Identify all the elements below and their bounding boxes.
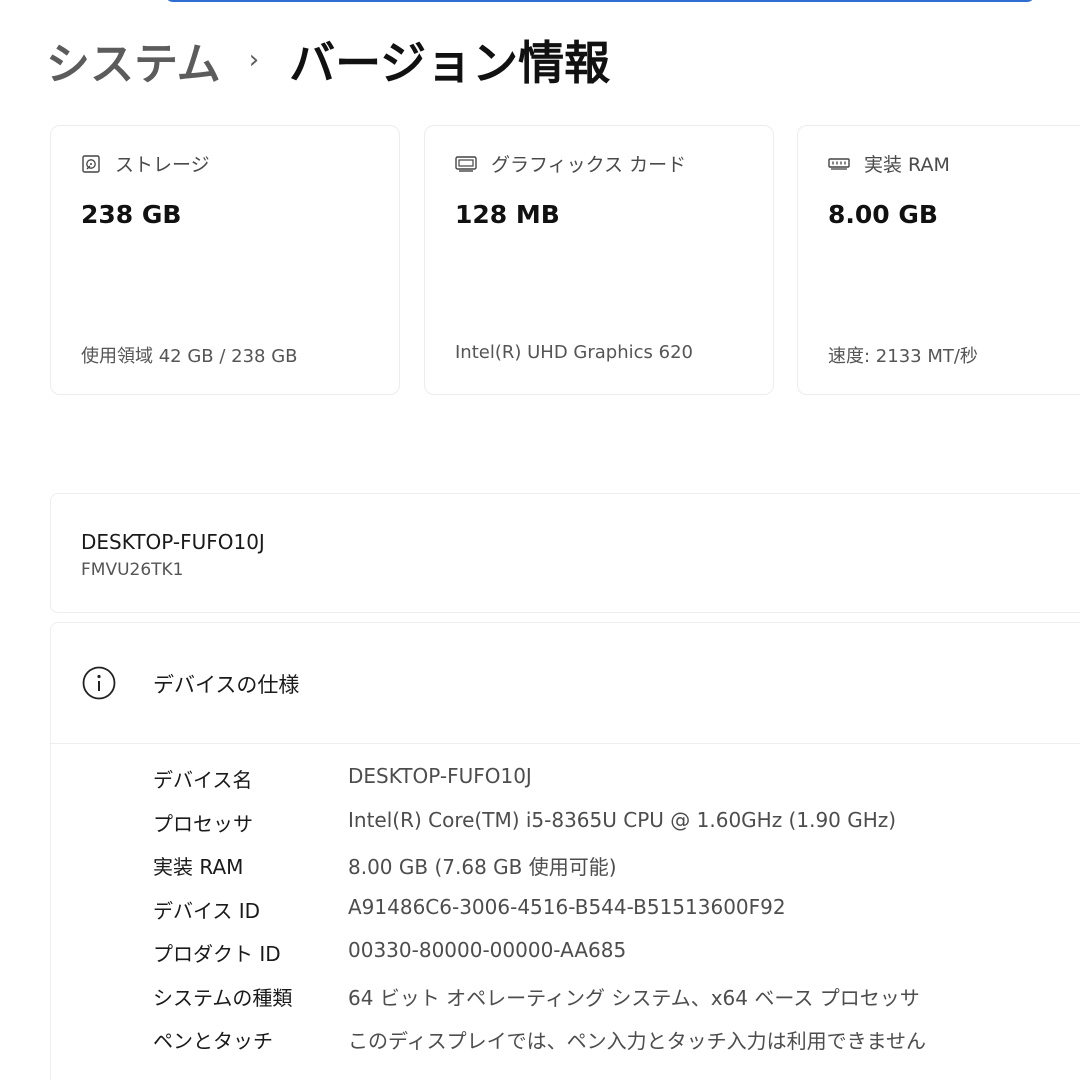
spec-label: ペンとタッチ xyxy=(153,1029,273,1053)
breadcrumb-system-link[interactable]: システム xyxy=(46,28,221,92)
storage-card-header: ストレージ xyxy=(81,150,210,177)
device-model: FMVU26TK1 xyxy=(81,560,184,580)
graphics-value: 128 MB xyxy=(455,200,560,229)
graphics-card-icon xyxy=(455,155,477,172)
info-icon xyxy=(82,666,116,700)
storage-usage: 使用領域 42 GB / 238 GB xyxy=(81,346,298,367)
spec-label: プロダクト ID xyxy=(153,942,281,966)
graphics-label: グラフィックス カード xyxy=(491,154,687,176)
ram-card[interactable]: 実装 RAM 8.00 GB 速度: 2133 MT/秒 xyxy=(797,125,1080,395)
storage-label: ストレージ xyxy=(115,154,210,176)
spec-label: 実装 RAM xyxy=(153,855,244,879)
spec-value[interactable]: 00330-80000-00000-AA685 xyxy=(348,938,626,962)
graphics-card-header: グラフィックス カード xyxy=(455,150,686,177)
graphics-card-card[interactable]: グラフィックス カード 128 MB Intel(R) UHD Graphics… xyxy=(424,125,774,395)
storage-icon xyxy=(82,154,100,173)
spec-label: デバイス ID xyxy=(153,898,261,923)
graphics-model: Intel(R) UHD Graphics 620 xyxy=(455,342,693,363)
storage-value: 238 GB xyxy=(81,200,182,229)
breadcrumb-separator: › xyxy=(248,45,260,75)
about-page: システム › バージョン情報 ストレージ 238 GB 使用領域 42 GB /… xyxy=(0,0,1080,1080)
spec-value[interactable]: 8.00 GB (7.68 GB 使用可能) xyxy=(348,851,617,880)
ram-icon xyxy=(828,157,850,170)
device-name-card[interactable]: DESKTOP-FUFO10J FMVU26TK1 xyxy=(50,493,1080,613)
spec-value[interactable]: DESKTOP-FUFO10J xyxy=(348,764,532,788)
ram-value: 8.00 GB xyxy=(828,200,938,229)
device-specifications-header[interactable]: デバイスの仕様 xyxy=(51,623,1080,744)
storage-card[interactable]: ストレージ 238 GB 使用領域 42 GB / 238 GB xyxy=(50,125,400,395)
spec-value[interactable]: A91486C6-3006-4516-B544-B51513600F92 xyxy=(348,895,786,919)
ram-card-header: 実装 RAM xyxy=(828,150,950,177)
device-specifications-panel: デバイスの仕様 デバイス名 DESKTOP-FUFO10J プロセッサ Inte… xyxy=(50,622,1080,1080)
spec-value[interactable]: このディスプレイでは、ペン入力とタッチ入力は利用できません xyxy=(348,1025,926,1054)
spec-label: システムの種類 xyxy=(153,985,293,1010)
spec-value[interactable]: 64 ビット オペレーティング システム、x64 ベース プロセッサ xyxy=(348,982,920,1011)
spec-label: デバイス名 xyxy=(153,768,253,792)
device-specifications-title: デバイスの仕様 xyxy=(153,673,300,697)
focused-search-box-edge[interactable] xyxy=(165,0,1035,2)
spec-value[interactable]: Intel(R) Core(TM) i5-8365U CPU @ 1.60GHz… xyxy=(348,808,896,832)
page-title: バージョン情報 xyxy=(289,36,611,90)
ram-label: 実装 RAM xyxy=(864,154,950,176)
breadcrumb: システム › バージョン情報 xyxy=(46,30,610,90)
device-name: DESKTOP-FUFO10J xyxy=(81,530,265,554)
ram-speed: 速度: 2133 MT/秒 xyxy=(828,346,978,367)
spec-label: プロセッサ xyxy=(153,811,253,836)
